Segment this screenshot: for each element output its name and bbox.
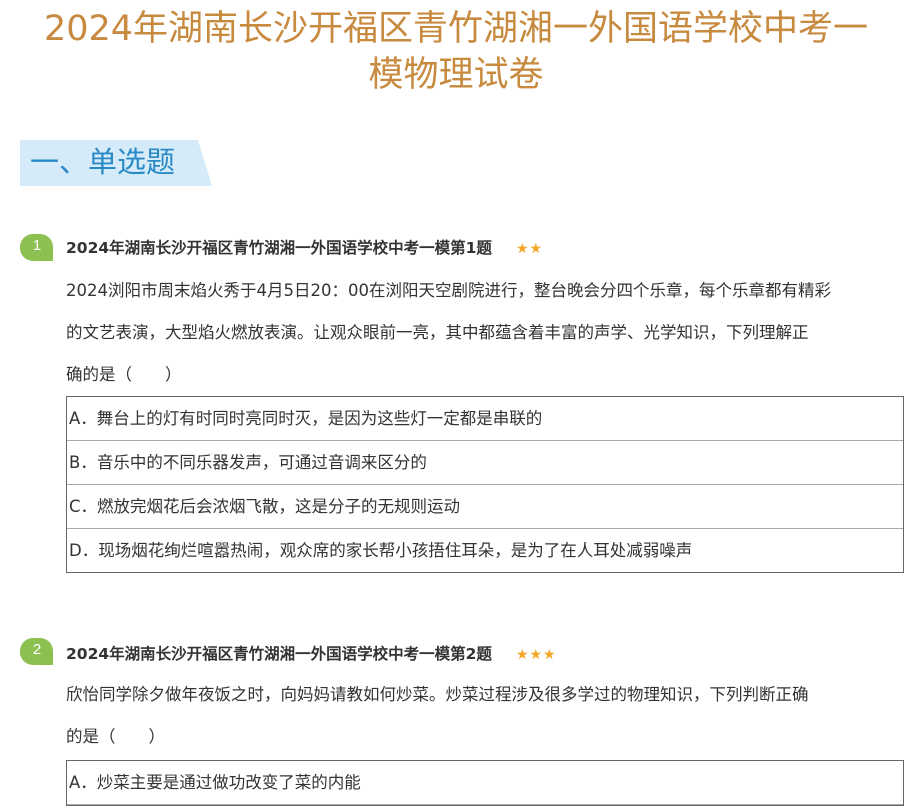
question-heading: 2024年湖南长沙开福区青竹湖湘一外国语学校中考一模第1题 ★★ [66, 236, 543, 261]
page-title-line-1: 2024年湖南长沙开福区青竹湖湘一外国语学校中考一 [43, 9, 869, 49]
question-number-badge: 2 [20, 638, 53, 666]
stem-line: 的文艺表演，大型焰火燃放表演。让观众眼前一亮，其中都蕴含着丰富的声学、光学知识，… [66, 323, 809, 342]
option-c[interactable]: C．燃放完烟花后会浓烟飞散，这是分子的无规则运动 [67, 485, 903, 529]
options-table: A．舞台上的灯有时同时亮同时灭，是因为这些灯一定都是串联的 B．音乐中的不同乐器… [66, 396, 904, 573]
section-title: 一、单选题 [30, 145, 176, 179]
page-title-line-2: 模物理试卷 [368, 55, 544, 95]
page-title: 2024年湖南长沙开福区青竹湖湘一外国语学校中考一 模物理试卷 [20, 6, 892, 98]
stem-line: 2024浏阳市周末焰火秀于4月5日20：00在浏阳天空剧院进行，整台晚会分四个乐… [66, 281, 831, 300]
question-number: 1 [32, 237, 42, 254]
option-a[interactable]: A．炒菜主要是通过做功改变了菜的内能 [67, 761, 903, 805]
stem-line: 的是（ ） [66, 727, 165, 746]
option-d[interactable]: D．现场烟花绚烂喧嚣热闹，观众席的家长帮小孩捂住耳朵，是为了在人耳处减弱噪声 [67, 529, 903, 572]
stem-line: 确的是（ ） [66, 365, 182, 384]
difficulty-stars: ★★★ [515, 647, 557, 663]
option-a[interactable]: A．舞台上的灯有时同时亮同时灭，是因为这些灯一定都是串联的 [67, 397, 903, 441]
question-heading-text: 2024年湖南长沙开福区青竹湖湘一外国语学校中考一模第1题 [66, 239, 492, 257]
options-table: A．炒菜主要是通过做功改变了菜的内能 [66, 760, 904, 806]
question-stem: 2024浏阳市周末焰火秀于4月5日20：00在浏阳天空剧院进行，整台晚会分四个乐… [66, 270, 908, 396]
question-heading: 2024年湖南长沙开福区青竹湖湘一外国语学校中考一模第2题 ★★★ [66, 642, 557, 667]
stem-line: 欣怡同学除夕做年夜饭之时，向妈妈请教如何炒菜。炒菜过程涉及很多学过的物理知识，下… [66, 685, 809, 704]
section-header: 一、单选题 [20, 140, 212, 186]
question-stem: 欣怡同学除夕做年夜饭之时，向妈妈请教如何炒菜。炒菜过程涉及很多学过的物理知识，下… [66, 674, 908, 758]
question-number-badge: 1 [20, 234, 53, 262]
option-b[interactable]: B．音乐中的不同乐器发声，可通过音调来区分的 [67, 441, 903, 485]
difficulty-stars: ★★ [515, 241, 544, 257]
question-heading-text: 2024年湖南长沙开福区青竹湖湘一外国语学校中考一模第2题 [66, 645, 492, 663]
question-number: 2 [32, 641, 42, 658]
